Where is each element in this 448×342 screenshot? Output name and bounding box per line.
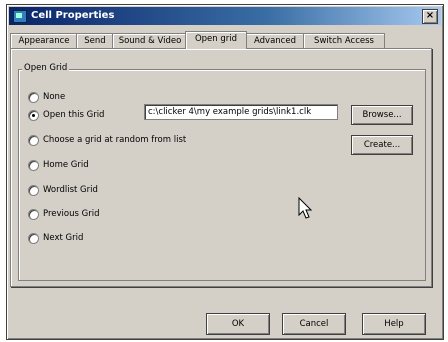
radio-button[interactable] <box>28 185 39 196</box>
tab-switch-access[interactable]: Switch Access <box>303 33 385 48</box>
radio-button[interactable] <box>28 92 39 103</box>
tab-open-grid[interactable]: Open grid <box>185 31 247 49</box>
radio-button[interactable] <box>28 110 39 121</box>
radio-label: Next Grid <box>43 233 84 243</box>
radio-label: Previous Grid <box>43 209 100 219</box>
tab-appearance[interactable]: Appearance <box>10 33 78 48</box>
radio-label: Open this Grid <box>43 110 105 120</box>
radio-label: Wordlist Grid <box>43 185 98 195</box>
radio-button[interactable] <box>28 209 39 220</box>
window-title: Cell Properties <box>31 10 115 21</box>
browse-button[interactable]: Browse... <box>351 105 413 125</box>
title-bar[interactable]: Cell Properties × <box>9 7 441 25</box>
group-label: Open Grid <box>22 63 70 73</box>
tab-sound-video[interactable]: Sound & Video <box>112 33 188 48</box>
close-button[interactable]: × <box>422 9 438 24</box>
radio-button[interactable] <box>28 135 39 146</box>
help-button[interactable]: Help <box>362 313 426 335</box>
create-button[interactable]: Create... <box>351 135 413 155</box>
radio-button[interactable] <box>28 233 39 244</box>
tab-send[interactable]: Send <box>76 33 114 48</box>
mouse-pointer-icon <box>298 197 313 219</box>
grid-path-input[interactable] <box>144 104 338 120</box>
open-grid-group <box>18 69 426 281</box>
ok-button[interactable]: OK <box>206 313 270 335</box>
radio-button[interactable] <box>28 160 39 171</box>
cell-app-icon <box>13 10 27 23</box>
radio-label: Home Grid <box>43 160 89 170</box>
radio-label: None <box>43 92 66 102</box>
cancel-button[interactable]: Cancel <box>282 313 346 335</box>
radio-label: Choose a grid at random from list <box>43 135 187 145</box>
tab-advanced[interactable]: Advanced <box>245 33 305 48</box>
